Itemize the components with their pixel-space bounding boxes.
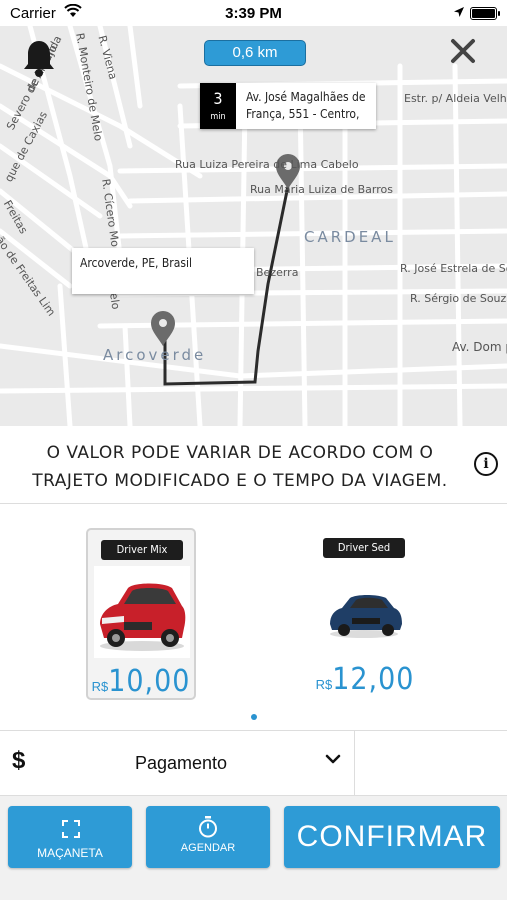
street-label: Bezerra <box>256 266 299 279</box>
distance-badge: 0,6 km <box>204 40 306 66</box>
chevron-down-icon <box>325 754 341 764</box>
action-bar: MAÇANETA AGENDAR CONFIRMAR <box>0 796 507 900</box>
notice-text: O VALOR PODE VARIAR DE ACORDO COM O TRAJ… <box>32 443 448 491</box>
info-icon[interactable]: i <box>474 452 498 476</box>
route-map[interactable]: R. Viena R. Monteiro de Melo de Miranda … <box>0 26 507 426</box>
street-label: Av. Dom p <box>452 340 507 354</box>
street-label: Rua Maria Luiza de Barros <box>250 183 393 196</box>
fare-notice: O VALOR PODE VARIAR DE ACORDO COM O TRAJ… <box>0 427 507 504</box>
price-value: 10,00 <box>108 664 191 699</box>
street-label: elo <box>107 292 123 311</box>
eta-box: 3 min <box>200 83 236 129</box>
destination-address: Av. José Magalhães de França, 551 - Cent… <box>246 90 366 121</box>
close-icon[interactable] <box>448 36 478 66</box>
stopwatch-icon <box>199 816 217 838</box>
vehicle-price: R$12,00 <box>310 662 420 697</box>
macaneta-button[interactable]: MAÇANETA <box>8 806 132 868</box>
origin-pin <box>151 311 175 346</box>
eta-unit: min <box>210 112 226 122</box>
price-currency: R$ <box>91 679 109 694</box>
eta-value: 3 <box>213 89 223 108</box>
vehicle-name: Driver Sed <box>323 538 405 558</box>
status-bar: Carrier 3:39 PM <box>0 0 507 26</box>
vehicle-option-driver-mix[interactable]: Driver Mix R$10,00 <box>86 528 196 700</box>
bell-icon[interactable] <box>22 38 56 78</box>
vehicle-carousel[interactable]: Driver Mix R$10,00 Driver Sed R$12,00 <box>0 504 507 731</box>
origin-address: Arcoverde, PE, Brasil <box>80 256 192 270</box>
street-label: R. José Estrela de Souza <box>400 262 507 275</box>
vehicle-price: R$10,00 <box>88 664 194 699</box>
confirm-button[interactable]: CONFIRMAR <box>284 806 500 868</box>
payment-symbol: $ <box>12 747 26 774</box>
battery-icon <box>470 7 500 20</box>
district-label: Arcoverde <box>103 346 207 364</box>
clock: 3:39 PM <box>225 5 282 22</box>
price-value: 12,00 <box>332 662 415 697</box>
vehicle-option-driver-sed[interactable]: Driver Sed R$12,00 <box>310 528 420 700</box>
destination-popup[interactable]: 3 min Av. José Magalhães de França, 551 … <box>200 83 376 129</box>
street-label: R. Sérgio de Souza <box>410 292 507 305</box>
payment-selector[interactable]: $ Pagamento <box>0 731 507 796</box>
payment-divider <box>354 731 355 795</box>
location-arrow-icon <box>454 7 464 17</box>
vehicle-name: Driver Mix <box>101 540 183 560</box>
street-label: Rua Luiza Pereira de Lima Cabelo <box>175 158 359 171</box>
origin-popup[interactable]: Arcoverde, PE, Brasil <box>72 248 254 294</box>
price-currency: R$ <box>315 677 333 692</box>
confirm-label: CONFIRMAR <box>296 820 488 853</box>
payment-label: Pagamento <box>135 753 228 773</box>
macaneta-label: MAÇANETA <box>37 846 103 860</box>
car-hatch-icon <box>94 566 190 658</box>
agendar-label: AGENDAR <box>180 842 236 854</box>
district-label: CARDEAL <box>304 228 396 246</box>
page-indicator-dot <box>251 714 257 720</box>
expand-icon <box>62 820 80 838</box>
street-label: Estr. p/ Aldeia Velha <box>404 92 507 105</box>
agendar-button[interactable]: AGENDAR <box>146 806 270 868</box>
car-sedan-icon <box>330 595 402 638</box>
